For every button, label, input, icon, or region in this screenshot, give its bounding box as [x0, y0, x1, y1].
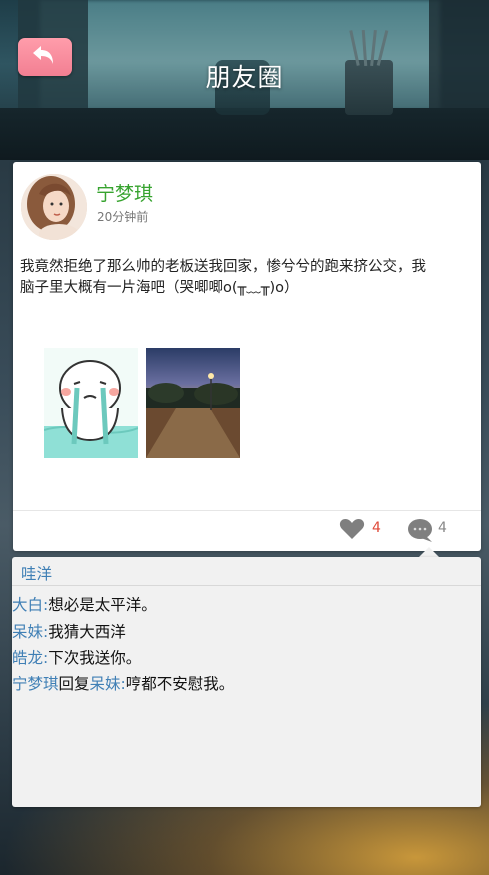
- comment-item[interactable]: 呆妹:我猜大西洋: [12, 620, 126, 642]
- comment-count: 4: [438, 520, 447, 536]
- comment-item[interactable]: 皓龙:下次我送你。: [12, 646, 141, 668]
- reply-author[interactable]: 宁梦琪: [12, 675, 59, 693]
- comment-item[interactable]: 大白:想必是太平洋。: [12, 593, 157, 615]
- page-title: 朋友圈: [205, 63, 284, 92]
- reply-target[interactable]: 呆妹: [90, 675, 121, 693]
- comments-panel: 哇洋 大白:想必是太平洋。 呆妹:我猜大西洋 皓龙:下次我送你。 宁梦琪回复呆妹…: [12, 557, 481, 807]
- reply-text: 哼都不安慰我。: [125, 675, 235, 693]
- author-name[interactable]: 宁梦琪: [96, 179, 153, 206]
- comment-text: 我猜大西洋: [48, 623, 126, 641]
- like-count: 4: [372, 520, 381, 536]
- comment-text: 下次我送你。: [48, 649, 142, 667]
- heart-icon[interactable]: [339, 517, 365, 541]
- comment-author[interactable]: 皓龙: [12, 649, 43, 667]
- post-text: 我竟然拒绝了那么帅的老板送我回家，惨兮兮的跑来挤公交，我脑子里大概有一片海吧（哭…: [20, 259, 426, 296]
- comment-author[interactable]: 大白: [12, 596, 43, 614]
- author-avatar[interactable]: [21, 174, 87, 240]
- post-card: 宁梦琪 20分钟前 我竟然拒绝了那么帅的老板送我回家，惨兮兮的跑来挤公交，我脑子…: [13, 162, 481, 551]
- likers-divider: [12, 585, 481, 586]
- likers-list[interactable]: 哇洋: [21, 562, 52, 584]
- comment-bubble-icon[interactable]: [406, 517, 434, 543]
- post-divider: [13, 510, 481, 511]
- post-time: 20分钟前: [97, 210, 149, 224]
- reply-verb: 回复: [58, 675, 90, 693]
- post-image-crying-cartoon[interactable]: [44, 348, 138, 458]
- reply-item[interactable]: 宁梦琪回复呆妹:哼都不安慰我。: [12, 672, 234, 694]
- comment-text: 想必是太平洋。: [48, 596, 157, 614]
- post-image-night-street[interactable]: [146, 348, 240, 458]
- comment-author[interactable]: 呆妹: [12, 623, 43, 641]
